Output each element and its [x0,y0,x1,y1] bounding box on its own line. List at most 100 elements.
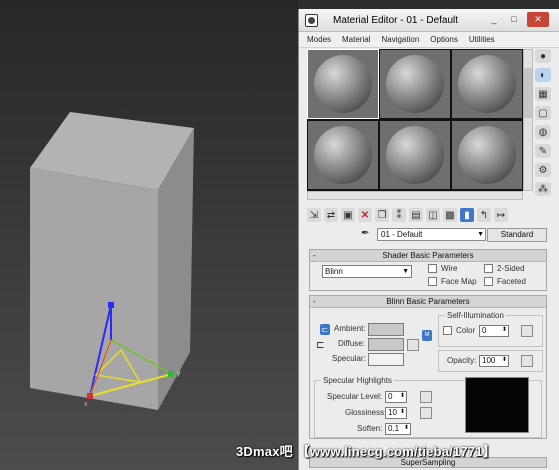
get-material-icon[interactable]: ⇲ [307,208,321,222]
video-color-check-icon[interactable]: ◍ [535,125,551,139]
rollout-title: Blinn Basic Parameters [386,297,470,306]
sample-sphere [314,55,372,113]
chevron-down-icon: ▼ [402,268,409,275]
sample-slot[interactable] [380,50,450,118]
faceted-checkbox[interactable]: Faceted [484,277,526,286]
make-copy-icon[interactable]: ❐ [375,208,389,222]
put-to-library-icon[interactable]: ▤ [409,208,423,222]
chevron-down-icon: ▼ [477,231,484,238]
shader-type-value: Blinn [325,267,343,276]
sample-slot[interactable] [308,121,378,189]
close-button[interactable]: ✕ [527,12,549,27]
self-illum-color-checkbox[interactable]: Color [443,326,475,335]
rollout-header[interactable]: - Blinn Basic Parameters [310,296,546,308]
diffuse-map-button[interactable] [407,339,419,351]
maximize-button[interactable]: □ [505,12,523,27]
opacity-label: Opacity: [447,356,477,365]
spinner-arrows-icon[interactable]: ⬍ [502,325,507,335]
material-type-button[interactable]: Standard [487,228,547,242]
material-id-channel-icon[interactable]: ◫ [426,208,440,222]
reset-material-icon[interactable]: ✕ [358,208,372,222]
spinner-arrows-icon[interactable]: ⬍ [404,423,409,433]
collapse-icon: - [313,251,316,260]
lock-ambient-diffuse-button[interactable]: ⊏ [320,324,330,335]
select-by-material-icon[interactable]: ⁂ [535,182,551,196]
show-in-viewport-icon[interactable]: ▩ [443,208,457,222]
gizmo-y-label: y [177,370,181,377]
map-lock-button[interactable]: M [422,330,432,341]
rollout-header[interactable]: - Shader Basic Parameters [310,250,546,262]
checkbox-box[interactable] [484,264,493,273]
self-illum-color-label: Color [456,326,476,335]
sample-slot[interactable] [452,50,522,118]
sample-slot[interactable] [452,121,522,189]
ambient-color-swatch[interactable] [368,323,404,336]
lock-diffuse-specular-icon[interactable]: ⊏ [316,340,324,351]
title-bar[interactable]: Material Editor - 01 - Default _ □ ✕ [299,9,559,32]
assign-to-selection-icon[interactable]: ▣ [341,208,355,222]
slots-horizontal-scrollbar[interactable] [307,191,523,200]
go-to-parent-icon[interactable]: ↰ [477,208,491,222]
glossiness-label: Glossiness: [345,408,387,417]
menu-utilities[interactable]: Utilities [469,35,495,44]
self-illum-map-button[interactable] [521,325,533,337]
sample-sphere [314,126,372,184]
menu-modes[interactable]: Modes [307,35,331,44]
uv-tiling-icon[interactable]: ▢ [535,106,551,120]
box-front-face[interactable] [30,168,158,410]
sample-slots-grid [307,49,523,191]
material-toolbar: ⇲ ⇄ ▣ ✕ ❐ ⁑ ▤ ◫ ▩ ▮ ↰ ↦ [307,207,508,223]
checkbox-box[interactable] [443,326,452,335]
material-editor-app-icon [305,14,318,27]
opacity-spinner[interactable]: 100 ⬍ [479,355,509,367]
spinner-arrows-icon[interactable]: ⬍ [400,391,405,401]
two-sided-checkbox[interactable]: 2-Sided [484,264,525,273]
self-illum-value: 0 [482,326,487,335]
checkbox-box[interactable] [428,277,437,286]
put-to-scene-icon[interactable]: ⇄ [324,208,338,222]
sample-type-icon[interactable]: ● [535,49,551,63]
material-name-row: ✒ 01 - Default ▼ Standard [307,228,547,242]
sample-slot[interactable] [380,121,450,189]
specular-level-value: 0 [388,392,393,401]
menu-navigation[interactable]: Navigation [381,35,419,44]
show-end-result-icon[interactable]: ▮ [460,208,474,222]
checkbox-box[interactable] [428,264,437,273]
sample-slot[interactable] [307,49,379,119]
specular-color-swatch[interactable] [368,353,404,366]
spinner-arrows-icon[interactable]: ⬍ [400,407,405,417]
self-illum-spinner[interactable]: 0 ⬍ [479,325,509,337]
checkbox-box[interactable] [484,277,493,286]
glossiness-spinner[interactable]: 10 ⬍ [385,407,407,419]
backlight-icon[interactable]: ◐ [535,68,551,82]
window-title: Material Editor - 01 - Default [333,15,459,26]
specular-level-map-button[interactable] [420,391,432,403]
viewport[interactable]: z y x [0,0,298,470]
eyedropper-icon[interactable]: ✒ [361,228,371,240]
wire-label: Wire [441,264,458,273]
slots-vertical-scrollbar[interactable] [523,49,533,191]
wire-checkbox[interactable]: Wire [428,264,457,273]
menu-options[interactable]: Options [430,35,458,44]
options-icon[interactable]: ⚙ [535,163,551,177]
shader-type-select[interactable]: Blinn ▼ [322,265,412,278]
make-unique-icon[interactable]: ⁑ [392,208,406,222]
sample-sphere [386,126,444,184]
specular-level-spinner[interactable]: 0 ⬍ [385,391,407,403]
spinner-arrows-icon[interactable]: ⬍ [502,355,507,365]
glossiness-map-button[interactable] [420,407,432,419]
minimize-button[interactable]: _ [485,12,503,27]
soften-spinner[interactable]: 0.1 ⬍ [385,423,411,435]
face-map-checkbox[interactable]: Face Map [428,277,477,286]
blinn-basic-parameters-rollout: - Blinn Basic Parameters ⊏ ⊏ Ambient: Di… [309,295,547,439]
go-forward-to-sibling-icon[interactable]: ↦ [494,208,508,222]
opacity-map-button[interactable] [521,355,533,367]
rollout-title: Shader Basic Parameters [382,251,474,260]
highlight-curve-preview [465,377,529,433]
scrollbar-thumb[interactable] [524,68,532,118]
diffuse-color-swatch[interactable] [368,338,404,351]
material-name-field[interactable]: 01 - Default ▼ [377,228,486,241]
make-preview-icon[interactable]: ✎ [535,144,551,158]
menu-material[interactable]: Material [342,35,370,44]
background-icon[interactable]: ▦ [535,87,551,101]
